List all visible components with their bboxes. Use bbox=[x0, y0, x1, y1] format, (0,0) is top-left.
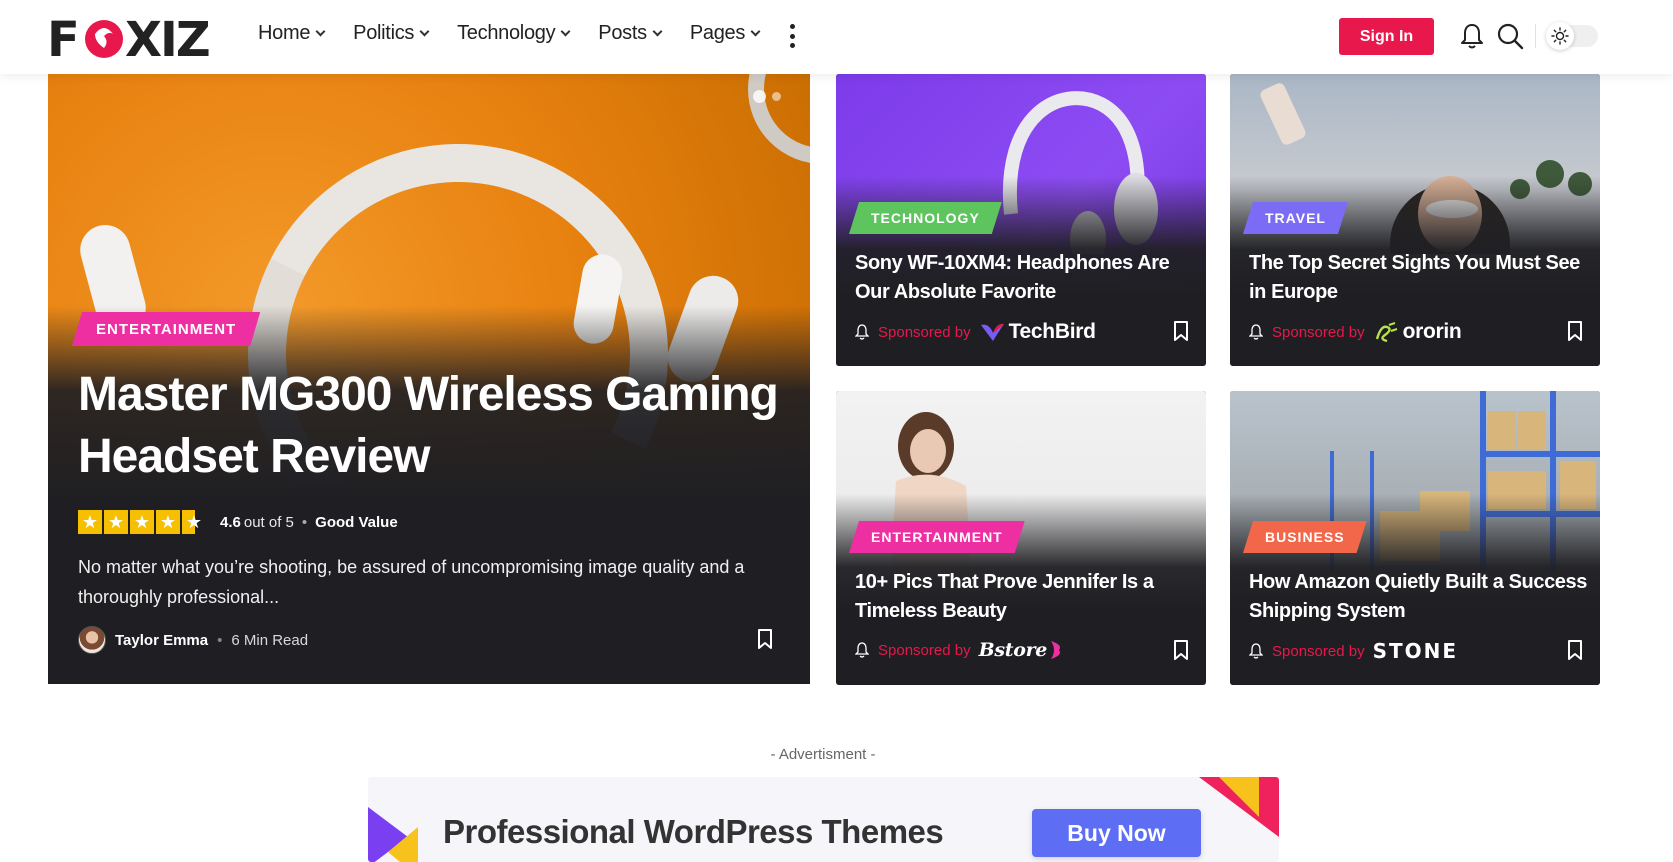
chevron-down-icon bbox=[560, 26, 571, 37]
more-menu-icon[interactable] bbox=[789, 24, 795, 48]
sponsored-by-label: Sponsored by bbox=[878, 641, 971, 659]
rating-stars: ★ ★ ★ ★ ★ bbox=[78, 510, 206, 534]
slider-pagination[interactable] bbox=[753, 90, 781, 103]
techbird-logo-icon bbox=[980, 323, 1004, 341]
nav-item-politics[interactable]: Politics bbox=[353, 22, 430, 45]
site-logo[interactable]: F XIZ bbox=[47, 12, 217, 62]
advert-headline: Professional WordPress Themes bbox=[443, 813, 944, 850]
site-header: F XIZ Home Politics Technology Posts Pag… bbox=[0, 0, 1673, 74]
ororin-logo-icon bbox=[1375, 322, 1397, 343]
review-rating: ★ ★ ★ ★ ★ 4.6 out of 5 • Good Value bbox=[78, 510, 398, 534]
sponsor-brand[interactable]: TechBird bbox=[979, 320, 1096, 344]
star-icon: ★ bbox=[78, 510, 102, 534]
bookmark-icon[interactable] bbox=[1173, 320, 1189, 342]
star-icon: ★ bbox=[156, 510, 180, 534]
bell-icon[interactable] bbox=[1460, 22, 1484, 50]
category-badge[interactable]: ENTERTAINMENT bbox=[849, 521, 1025, 553]
main-nav: Home Politics Technology Posts Pages bbox=[258, 22, 788, 45]
sponsored-by-label: Sponsored by bbox=[1272, 642, 1365, 660]
bell-icon bbox=[855, 642, 869, 658]
dark-mode-toggle[interactable] bbox=[1546, 22, 1598, 50]
category-badge[interactable]: BUSINESS bbox=[1243, 521, 1367, 553]
bookmark-icon[interactable] bbox=[1567, 320, 1583, 342]
bookmark-icon[interactable] bbox=[757, 628, 773, 650]
category-badge[interactable]: ENTERTAINMENT bbox=[72, 312, 260, 346]
sponsored-by-label: Sponsored by bbox=[1272, 323, 1365, 341]
star-icon: ★ bbox=[130, 510, 154, 534]
slider-dot-active bbox=[753, 90, 766, 103]
sponsor-brand[interactable]: Bstore bbox=[979, 639, 1066, 661]
bookmark-icon[interactable] bbox=[1173, 639, 1189, 661]
category-badge[interactable]: TRAVEL bbox=[1243, 202, 1348, 234]
buy-now-button[interactable]: Buy Now bbox=[1032, 809, 1201, 857]
foxiz-logo-icon: F XIZ bbox=[47, 12, 211, 62]
read-time: 6 Min Read bbox=[231, 631, 309, 649]
rating-scale: out of 5 bbox=[243, 513, 294, 531]
sponsor-brand[interactable]: STONE bbox=[1373, 639, 1458, 663]
featured-post-excerpt: No matter what you’re shooting, be assur… bbox=[78, 557, 745, 607]
nav-item-technology[interactable]: Technology bbox=[457, 22, 571, 45]
sponsor-meta: Sponsored by TechBird bbox=[855, 320, 1096, 344]
post-meta: Taylor Emma • 6 Min Read bbox=[78, 626, 308, 654]
advert-label: - Advertisment - bbox=[770, 746, 876, 763]
featured-post-card[interactable]: ENTERTAINMENT Master MG300 Wireless Gami… bbox=[48, 74, 810, 684]
chevron-down-icon bbox=[652, 26, 663, 37]
post-title[interactable]: 10+ Pics That Prove Jennifer Is a Timele… bbox=[855, 568, 1195, 626]
bookmark-icon[interactable] bbox=[1567, 639, 1583, 661]
rating-score: 4.6 bbox=[220, 513, 241, 531]
bstore-logo-icon bbox=[1051, 641, 1061, 659]
featured-post-title[interactable]: Master MG300 Wireless Gaming Headset Rev… bbox=[78, 364, 779, 488]
bell-icon bbox=[1249, 324, 1263, 340]
rating-verdict: Good Value bbox=[315, 513, 398, 531]
search-icon[interactable] bbox=[1496, 22, 1524, 50]
header-divider bbox=[1535, 24, 1536, 48]
star-icon: ★ bbox=[104, 510, 128, 534]
post-card[interactable]: BUSINESS How Amazon Quietly Built a Succ… bbox=[1230, 391, 1600, 685]
sponsor-meta: Sponsored by STONE bbox=[1249, 639, 1458, 663]
chevron-down-icon bbox=[315, 26, 326, 37]
bell-icon bbox=[1249, 643, 1263, 659]
post-title[interactable]: Sony WF-10XM4: Headphones Are Our Absolu… bbox=[855, 249, 1195, 307]
chevron-down-icon bbox=[750, 26, 761, 37]
avatar[interactable] bbox=[78, 626, 106, 654]
post-card[interactable]: TECHNOLOGY Sony WF-10XM4: Headphones Are… bbox=[836, 74, 1206, 366]
slider-dot bbox=[772, 92, 781, 101]
advert-banner[interactable]: Professional WordPress Themes Buy Now bbox=[368, 777, 1279, 862]
sponsor-meta: Sponsored by ororin bbox=[1249, 320, 1462, 344]
sponsored-by-label: Sponsored by bbox=[878, 323, 971, 341]
category-badge[interactable]: TECHNOLOGY bbox=[849, 202, 1002, 234]
bell-icon bbox=[855, 324, 869, 340]
author-name[interactable]: Taylor Emma bbox=[115, 632, 208, 649]
sponsor-meta: Sponsored by Bstore bbox=[855, 639, 1065, 661]
nav-item-home[interactable]: Home bbox=[258, 22, 326, 45]
post-title[interactable]: How Amazon Quietly Built a Success Shipp… bbox=[1249, 568, 1589, 626]
svg-text:F: F bbox=[47, 12, 78, 62]
sponsor-brand[interactable]: ororin bbox=[1373, 320, 1462, 344]
sign-in-button[interactable]: Sign In bbox=[1339, 18, 1434, 55]
chevron-down-icon bbox=[419, 26, 430, 37]
star-half-icon: ★ bbox=[182, 510, 206, 534]
svg-text:XIZ: XIZ bbox=[125, 12, 209, 62]
post-card[interactable]: ENTERTAINMENT 10+ Pics That Prove Jennif… bbox=[836, 391, 1206, 685]
nav-item-pages[interactable]: Pages bbox=[690, 22, 761, 45]
post-title[interactable]: The Top Secret Sights You Must See in Eu… bbox=[1249, 249, 1589, 307]
nav-item-posts[interactable]: Posts bbox=[598, 22, 663, 45]
post-card[interactable]: TRAVEL The Top Secret Sights You Must Se… bbox=[1230, 74, 1600, 366]
sun-icon bbox=[1546, 22, 1574, 50]
